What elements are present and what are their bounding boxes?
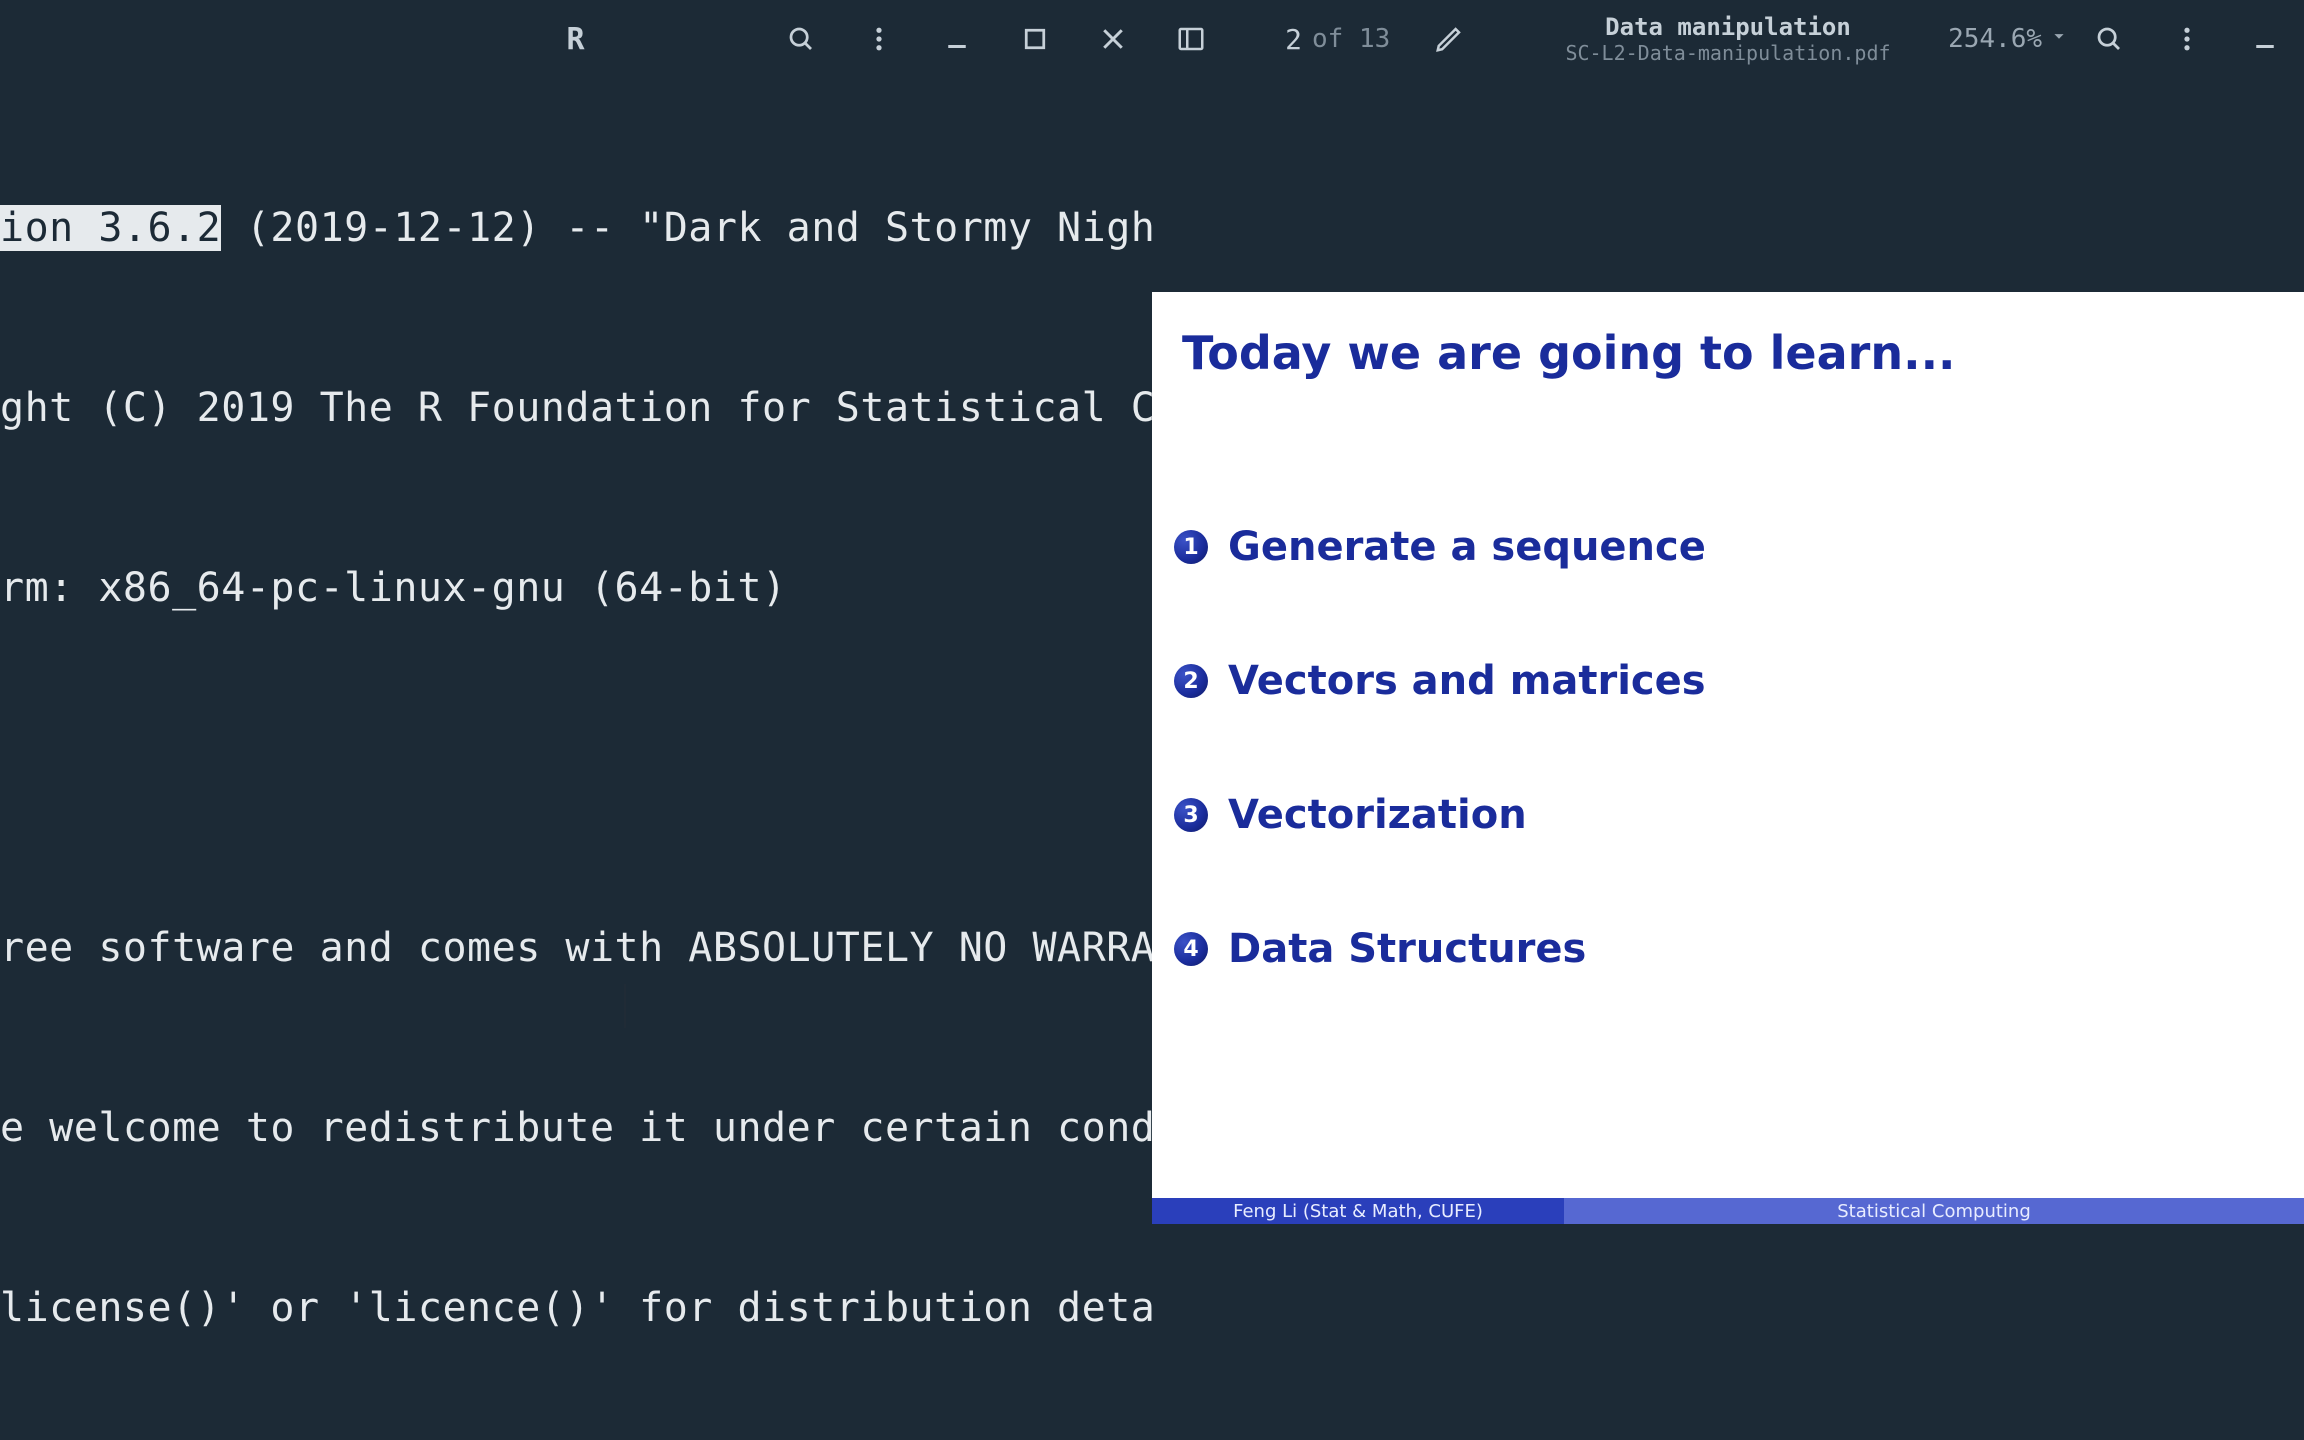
terminal-output[interactable]: ion 3.6.2 (2019-12-12) -- "Dark and Stor…: [0, 78, 1152, 1440]
toc-number-icon: 3: [1174, 798, 1208, 832]
minimize-icon[interactable]: [918, 0, 996, 78]
toc-label: Vectors and matrices: [1228, 658, 1706, 704]
pdf-page[interactable]: Today we are going to learn... 1 Generat…: [1152, 292, 2304, 1224]
pdf-toolbar: of 13 Data manipulation SC-L2-Data-manip…: [1152, 0, 2304, 78]
term-line: [0, 738, 1152, 798]
term-line: rm: x86_64-pc-linux-gnu (64-bit): [0, 558, 1152, 618]
slide-toc: 1 Generate a sequence 2 Vectors and matr…: [1174, 524, 1706, 1060]
chevron-down-icon: [2048, 24, 2070, 54]
term-line: ght (C) 2019 The R Foundation for Statis…: [0, 378, 1152, 438]
maximize-icon[interactable]: [996, 0, 1074, 78]
search-icon[interactable]: [2070, 0, 2148, 78]
r-version-highlight: ion 3.6.2: [0, 205, 221, 251]
term-line: license()' or 'licence()' for distributi…: [0, 1278, 1152, 1338]
slide-heading: Today we are going to learn...: [1182, 326, 1956, 380]
toc-item: 2 Vectors and matrices: [1174, 658, 1706, 704]
term-line: (2019-12-12) -- "Dark and Stormy Night": [221, 205, 1152, 251]
toc-number-icon: 4: [1174, 932, 1208, 966]
terminal-window: R: [0, 0, 1152, 1440]
footer-author: Feng Li (Stat & Math, CUFE): [1152, 1198, 1564, 1224]
page-indicator: of 13: [1242, 23, 1390, 56]
toc-label: Vectorization: [1228, 792, 1527, 838]
toc-item: 1 Generate a sequence: [1174, 524, 1706, 570]
page-total-label: of 13: [1312, 24, 1390, 54]
footer-course: Statistical Computing: [1564, 1198, 2304, 1224]
close-icon[interactable]: [1074, 0, 1152, 78]
pdf-viewer-window: of 13 Data manipulation SC-L2-Data-manip…: [1152, 0, 2304, 1440]
term-line: ree software and comes with ABSOLUTELY N…: [0, 918, 1152, 978]
annotate-pencil-icon[interactable]: [1410, 0, 1488, 78]
term-line: e welcome to redistribute it under certa…: [0, 1098, 1152, 1158]
toc-number-icon: 1: [1174, 530, 1208, 564]
slide-footer: Feng Li (Stat & Math, CUFE) Statistical …: [1152, 1198, 2304, 1224]
toc-item: 3 Vectorization: [1174, 792, 1706, 838]
text-cursor-icon: [624, 984, 626, 1028]
toc-label: Generate a sequence: [1228, 524, 1706, 570]
sidebar-toggle-icon[interactable]: [1152, 0, 1230, 78]
toc-label: Data Structures: [1228, 926, 1586, 972]
toc-item: 4 Data Structures: [1174, 926, 1706, 972]
minimize-icon[interactable]: [2226, 0, 2304, 78]
zoom-value: 254.6%: [1948, 24, 2042, 54]
search-icon[interactable]: [762, 0, 840, 78]
zoom-selector[interactable]: 254.6%: [1948, 24, 2070, 54]
toc-number-icon: 2: [1174, 664, 1208, 698]
page-number-input[interactable]: [1242, 23, 1302, 56]
terminal-titlebar: R: [0, 0, 1152, 78]
menu-kebab-icon[interactable]: [840, 0, 918, 78]
menu-kebab-icon[interactable]: [2148, 0, 2226, 78]
